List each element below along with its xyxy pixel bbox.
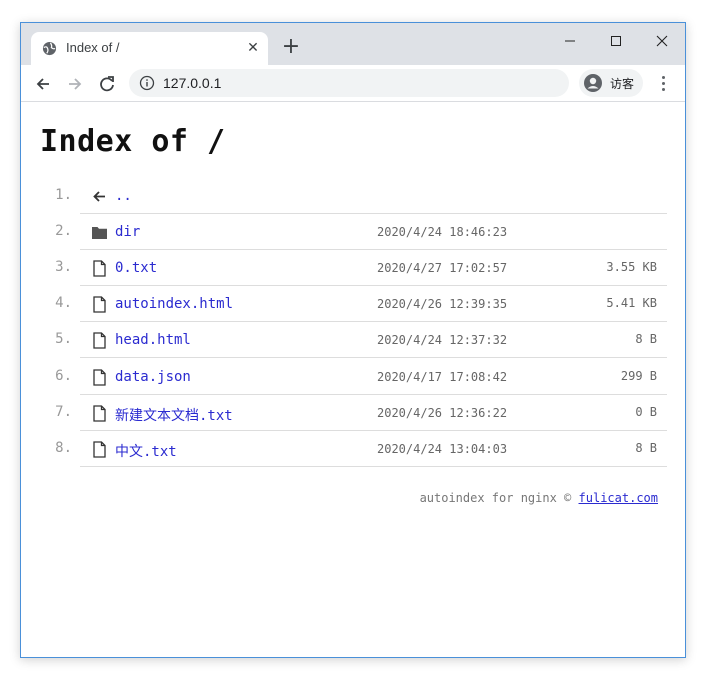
footer-link[interactable]: fulicat.com	[579, 491, 658, 505]
dot	[662, 76, 665, 79]
file-date: 2020/4/24 18:46:23	[377, 225, 508, 240]
table-row: 8. 中文.txt 2020/4/24 13:04:03 8 B	[40, 431, 667, 467]
file-link[interactable]: data.json	[115, 369, 191, 385]
file-link[interactable]: 新建文本文档.txt	[115, 405, 233, 425]
file-size: 5.41 KB	[606, 296, 657, 311]
row-number: 2.	[55, 223, 72, 240]
back-button[interactable]	[32, 73, 54, 95]
file-icon	[91, 404, 108, 422]
file-date: 2020/4/27 17:02:57	[377, 261, 508, 276]
file-link[interactable]: 中文.txt	[115, 441, 177, 461]
file-link[interactable]: 0.txt	[115, 260, 157, 276]
file-date: 2020/4/24 13:04:03	[377, 441, 508, 456]
file-size: 0 B	[635, 404, 657, 419]
minimize-icon	[565, 40, 575, 42]
page-title: Index of /	[40, 124, 226, 159]
table-row: 6. data.json 2020/4/17 17:08:42 299 B	[40, 359, 667, 395]
table-row: 4. autoindex.html 2020/4/26 12:39:35 5.41 K…	[40, 286, 667, 323]
table-row: 7. 新建文本文档.txt 2020/4/26 12:36:22 0 B	[40, 395, 667, 431]
row-divider	[80, 465, 667, 467]
file-icon	[91, 260, 108, 277]
file-link[interactable]: ..	[115, 188, 132, 204]
address-bar[interactable]: 127.0.0.1	[129, 69, 569, 97]
info-icon[interactable]	[139, 75, 155, 91]
table-row: 1...	[40, 178, 667, 214]
file-icon	[91, 296, 108, 313]
avatar-icon	[583, 73, 603, 93]
profile-button[interactable]: 访客	[579, 69, 643, 97]
file-size: 8 B	[635, 440, 657, 455]
dot	[662, 88, 665, 91]
row-number: 6.	[55, 367, 72, 384]
browser-toolbar: 127.0.0.1 访客	[21, 65, 685, 102]
reload-icon	[100, 76, 114, 92]
close-icon	[656, 35, 668, 47]
title-bar: Index of / ✕ +	[21, 23, 685, 65]
footer: autoindex for nginx © fulicat.com	[21, 491, 658, 505]
maximize-icon	[611, 36, 621, 46]
file-icon	[91, 441, 108, 458]
row-number: 8.	[55, 439, 72, 456]
row-number: 5.	[55, 331, 72, 348]
file-size: 299 B	[620, 368, 657, 383]
minimize-button[interactable]	[547, 27, 593, 53]
file-link[interactable]: dir	[115, 224, 140, 240]
row-number: 4.	[55, 295, 72, 312]
file-size: 8 B	[635, 332, 657, 347]
file-date: 2020/4/17 17:08:42	[377, 369, 508, 384]
arrow-left-icon	[36, 78, 49, 90]
globe-icon	[42, 41, 57, 56]
file-icon	[91, 368, 108, 386]
row-number: 3.	[55, 259, 72, 276]
file-date: 2020/4/26 12:36:22	[377, 405, 508, 420]
forward-button[interactable]	[64, 73, 86, 95]
browser-window: Index of / ✕ + 127.0.0.1 访客 Index of / 1…	[20, 22, 686, 658]
row-number: 1.	[55, 187, 72, 203]
profile-name: 访客	[610, 77, 635, 91]
row-number: 7.	[55, 403, 72, 420]
new-tab-button[interactable]: +	[279, 35, 303, 59]
table-row: 5. head.html 2020/4/24 12:37:32 8 B	[40, 322, 667, 359]
file-link[interactable]: head.html	[115, 332, 191, 348]
reload-button[interactable]	[96, 73, 118, 95]
file-date: 2020/4/24 12:37:32	[377, 333, 508, 348]
table-row: 2. dir 2020/4/24 18:46:23	[40, 214, 667, 251]
close-window-button[interactable]	[639, 27, 685, 53]
folder-icon	[91, 224, 108, 241]
table-row: 3. 0.txt 2020/4/27 17:02:57 3.55 KB	[40, 250, 667, 287]
arrow-right-icon	[69, 78, 82, 90]
file-date: 2020/4/26 12:39:35	[377, 297, 508, 312]
footer-text: autoindex for nginx ©	[419, 491, 579, 505]
file-size: 3.55 KB	[606, 260, 657, 275]
maximize-button[interactable]	[593, 27, 639, 53]
arrow-left-icon	[91, 188, 108, 205]
file-link[interactable]: autoindex.html	[115, 296, 233, 312]
url-text: 127.0.0.1	[163, 75, 222, 91]
tab-index-of[interactable]: Index of / ✕	[31, 32, 268, 65]
tab-title: Index of /	[66, 40, 120, 55]
tab-close-button[interactable]: ✕	[245, 40, 261, 56]
page-content: Index of / 1... 2. dir 2020/4/24 18:46:23 3.…	[21, 102, 685, 657]
more-menu-button[interactable]	[655, 74, 671, 92]
dot	[662, 82, 665, 85]
file-icon	[91, 332, 108, 350]
